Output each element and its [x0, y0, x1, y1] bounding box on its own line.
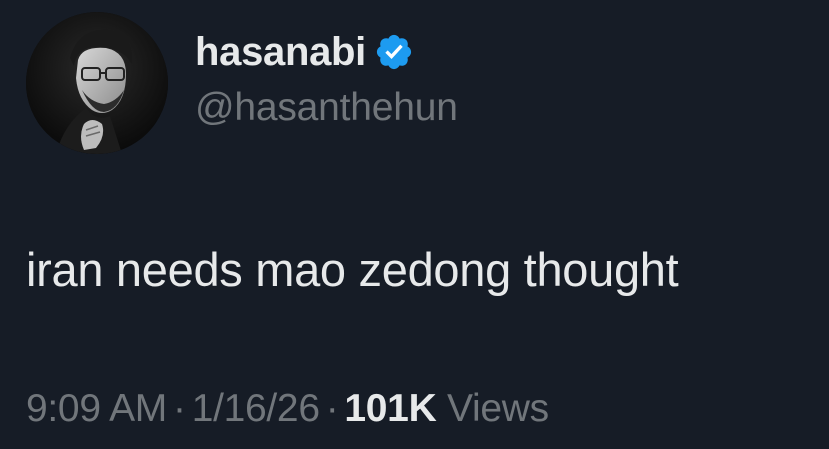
separator-dot: ·: [325, 387, 339, 430]
views-count[interactable]: 101K: [344, 387, 436, 430]
verified-badge-icon[interactable]: [374, 32, 414, 72]
name-row: hasanabi: [195, 26, 414, 78]
avatar[interactable]: [26, 12, 168, 154]
tweet-text: iran needs mao zedong thought: [26, 243, 679, 296]
display-name[interactable]: hasanabi: [195, 32, 366, 72]
views-label: Views: [447, 387, 549, 430]
tweet-meta: 9:09 AM · 1/16/26 · 101K Views: [26, 389, 549, 428]
user-handle[interactable]: @hasanthehun: [195, 88, 458, 127]
tweet-date[interactable]: 1/16/26: [192, 387, 320, 430]
separator-dot: ·: [173, 387, 186, 430]
tweet-time[interactable]: 9:09 AM: [26, 387, 167, 430]
tweet-card: hasanabi @hasanthehun iran needs mao zed…: [0, 0, 829, 449]
